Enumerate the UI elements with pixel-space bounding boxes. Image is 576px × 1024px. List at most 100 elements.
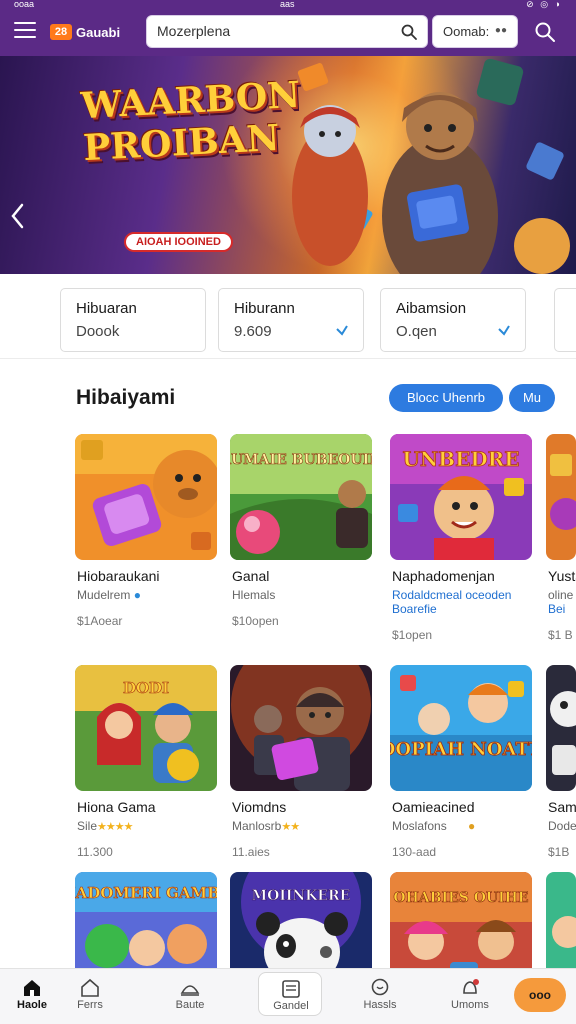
info-dot-icon: ● [133,588,141,602]
stat-value: Doook [76,323,120,340]
thumb-text-t5: DODI [123,679,169,697]
game-meta: Rodaldcmeal oceoden [392,588,512,602]
search-button-icon[interactable] [534,21,556,43]
stat-title: Aibamsion [396,300,467,317]
stat-card-3[interactable]: Aibamsion O.qen [380,288,526,352]
game-title[interactable]: Oamieacined [392,799,475,815]
nav-label: Gandel [273,1000,309,1012]
nav-label: Hassls [363,999,397,1011]
status-bar: ooaa aas ⊘ ◎ ◑ [0,0,576,10]
floating-action-button[interactable]: ooo [514,978,566,1012]
logo-mark: 28 [50,24,72,40]
bottom-navigation: Haole Ferrs Baute Gandel Hassls Umoms [0,968,576,1024]
game-count: 11.300 [77,845,113,859]
game-meta-text: Moslafons [392,819,447,833]
stat-value: 9.609 [234,323,272,340]
app-logo[interactable]: 28 Gauabi [50,22,120,42]
check-icon [336,325,348,336]
hero-badge: AIOAH IOOINED [124,232,233,252]
game-title[interactable]: Samt [548,799,576,815]
game-title[interactable]: Ganal [232,568,269,584]
game-meta-extra: Boarefie [392,602,437,616]
stat-title: Hibuaran [76,300,137,317]
nav-item-ferrs[interactable]: Ferrs [58,969,122,1021]
game-title[interactable]: Hiona Gama [77,799,156,815]
section-secondary-button[interactable]: Mu [509,384,555,412]
status-left: ooaa [14,0,35,9]
search-icon[interactable] [401,24,417,40]
stats-row: Hibuaran Doook Hiburann 9.609 Aibamsion … [60,288,576,352]
game-count: $1Aoear [77,614,123,628]
thumb-text-t7: SIOOPIAH NOATTIE [390,739,532,760]
game-count: $1B [548,845,570,859]
thumb-text-t11: OHABIES OUIHE [393,890,528,906]
game-title[interactable]: Viomdns [232,799,286,815]
game-meta-text: Manlosrb [232,819,282,833]
status-right: ⊘ ◎ ◑ [526,0,562,9]
nav-item-home[interactable]: Haole [0,969,64,1021]
game-meta: oline [548,588,574,602]
game-title[interactable]: Hiobaraukani [77,568,160,584]
game-meta: Manlosrb★★ [232,819,300,833]
nav-label: Ferrs [77,999,103,1011]
nav-label: Umoms [451,999,489,1011]
bell-icon [463,979,479,994]
hamburger-menu-icon[interactable] [14,22,36,40]
nav-label: Baute [175,999,205,1011]
game-title[interactable]: Naphadomenjan [392,568,495,584]
stat-card-partial[interactable] [554,288,576,352]
nav-item-gandel[interactable]: Gandel [258,972,322,1016]
hero-banner[interactable]: WAARBON PROIBAN AIOAH IOOINED [0,56,576,274]
category-select[interactable]: Oomab: ●● [432,15,518,48]
stat-title: Hiburann [234,300,295,317]
thumb-text-t3: UNBEDRE [402,447,519,471]
chevron-down-icon: ●● [494,25,507,36]
game-title[interactable]: Yusta [548,568,576,584]
home-icon [24,980,40,996]
game-meta: Dode [548,819,576,833]
game-count: $1 B [548,628,573,642]
star-rating: ★★ [281,821,300,833]
game-thumbnail[interactable]: UNBEDRE [390,434,532,560]
game-thumbnail[interactable] [546,434,576,560]
logo-text: Gauabi [76,24,121,40]
house-outline-icon [81,978,99,997]
game-count: 130-aad [392,845,437,859]
status-center: aas [280,0,295,9]
stat-card-1[interactable]: Hibuaran Doook [60,288,206,352]
divider [0,358,576,359]
coin-icon: ● [468,819,476,833]
stat-value: O.qen [396,323,437,340]
document-icon [282,980,300,998]
game-meta-extra: Bei [548,602,566,616]
game-thumbnail[interactable] [546,665,576,791]
check-icon [498,325,510,336]
nav-item-umoms[interactable]: Umoms [438,969,502,1021]
game-count: 11.aies [232,845,270,859]
game-thumbnail[interactable] [75,434,217,560]
thumb-text-t9: HADOMERI GAMBS [75,884,217,902]
top-header: 28 Gauabi Oomab: ●● [0,10,576,56]
arch-icon [180,985,200,996]
game-meta-text: Mudelrem [77,588,131,602]
nav-item-hassls[interactable]: Hassls [348,969,412,1021]
chat-bubble-icon [371,978,389,996]
game-thumbnail[interactable]: GAUMAIE BUBEOUING [230,434,372,560]
search-box[interactable] [146,15,428,48]
thumb-text-t2: GAUMAIE BUBEOUING [230,452,372,468]
game-meta: Mudelrem ● [77,588,141,602]
game-thumbnail[interactable] [230,665,372,791]
stat-card-2[interactable]: Hiburann 9.609 [218,288,364,352]
search-input[interactable] [157,23,387,39]
nav-item-baute[interactable]: Baute [158,969,222,1021]
game-meta: Moslafons ● [392,819,475,833]
game-thumbnail[interactable]: SIOOPIAH NOATTIE [390,665,532,791]
carousel-prev-arrow-icon[interactable] [10,202,26,230]
section-primary-button[interactable]: Blocc Uhenrb [389,384,503,412]
star-rating: ★★★★ [97,821,133,833]
nav-label: Haole [17,999,47,1011]
section-title: Hibaiyami [76,386,176,409]
game-meta: Sile★★★★ [77,819,133,833]
game-thumbnail[interactable]: DODI [75,665,217,791]
hero-title: WAARBON PROIBAN [80,74,301,169]
